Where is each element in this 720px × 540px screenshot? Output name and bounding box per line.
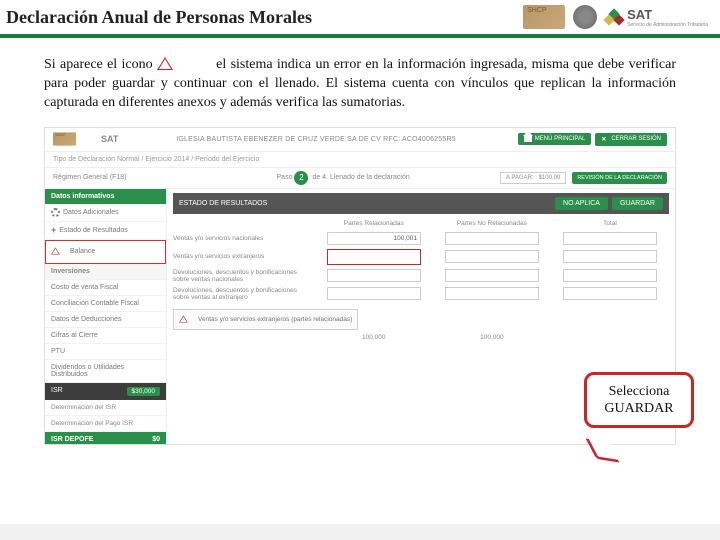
amount-input[interactable] [445, 232, 539, 245]
amount-input[interactable] [327, 287, 421, 300]
main-menu-button[interactable]: MENÚ PRINCIPAL [518, 133, 592, 145]
amount-input[interactable] [445, 250, 539, 263]
column-headers: Partes Relacionadas Partes No Relacionad… [173, 214, 669, 230]
amount-input[interactable] [327, 249, 421, 265]
sidebar-item-estado-resultados[interactable]: +Estado de Resultados [45, 222, 166, 240]
sidebar-item-datos-adicionales[interactable]: Datos Adicionales [45, 204, 166, 222]
home-icon [524, 136, 532, 142]
sidebar-item-deducciones[interactable]: Datos de Deducciones [45, 312, 166, 328]
sidebar-item-dividendos[interactable]: Dividendos o Utilidades Distribuidos [45, 360, 166, 383]
sidebar: Datos informativos Datos Adicionales +Es… [45, 189, 167, 435]
sidebar-item-balance[interactable]: !Balance [45, 240, 166, 264]
amount-input[interactable] [327, 232, 421, 245]
sidebar-item-inversiones[interactable]: Inversiones [45, 264, 166, 280]
amount-input[interactable] [445, 287, 539, 300]
slide-header: Declaración Anual de Personas Morales SA… [0, 0, 720, 38]
gear-icon [51, 208, 60, 217]
amount-input[interactable] [445, 269, 539, 282]
callout-bubble: Selecciona GUARDAR [584, 372, 694, 428]
warning-icon: ! [179, 315, 188, 323]
step-indicator: 2 [294, 171, 308, 185]
sidebar-depofe[interactable]: ISR DEPOFE$0 [45, 432, 166, 445]
logout-button[interactable]: ✕CERRAR SESIÓN [595, 133, 667, 146]
shcp-logo [523, 5, 565, 29]
sidebar-item-conciliacion[interactable]: Conciliación Contable Fiscal [45, 296, 166, 312]
close-icon: ✕ [601, 136, 608, 143]
gov-seal-icon [573, 5, 597, 29]
header-logos: SAT Servicio de Administración Tributari… [523, 5, 720, 29]
row-label: Devoluciones, descuentos y bonificacione… [173, 269, 315, 283]
section-title: ESTADO DE RESULTADOS [179, 200, 267, 207]
sidebar-head: Datos informativos [45, 189, 166, 204]
row-label: Ventas y/o servicios extranjeros [173, 253, 315, 260]
step-row: Régimen General (F18) Paso 2 de 4. Llena… [45, 168, 675, 189]
regimen-label: Régimen General (F18) [53, 174, 127, 181]
guardar-button[interactable]: GUARDAR [612, 197, 663, 210]
amount-input[interactable] [563, 232, 657, 245]
no-aplica-button[interactable]: NO APLICA [555, 197, 608, 210]
sidebar-item-ptu[interactable]: PTU [45, 344, 166, 360]
slide-footer [0, 524, 720, 540]
sidebar-det-pago-isr[interactable]: Determinación del Pago ISR [45, 416, 166, 432]
app-screenshot: SAT IGLESIA BAUTISTA EBENEZER DE CRUZ VE… [44, 127, 676, 445]
warning-icon: ! [51, 247, 60, 255]
table-row: Devoluciones, descuentos y bonificacione… [173, 267, 669, 285]
amount-to-pay: A PAGAR: $100.00 [500, 172, 566, 184]
amount-input[interactable] [563, 269, 657, 282]
sat-logo: SAT Servicio de Administración Tributari… [605, 7, 708, 28]
row-label: Ventas y/o servicios nacionales [173, 235, 315, 242]
company-label: IGLESIA BAUTISTA EBENEZER DE CRUZ VERDE … [118, 136, 513, 143]
sidebar-det-isr[interactable]: Determinación del ISR [45, 400, 166, 416]
section-bar: ESTADO DE RESULTADOS NO APLICA GUARDAR [173, 193, 669, 214]
table-row: Devoluciones, descuentos y bonificacione… [173, 285, 669, 303]
app-topbar: SAT IGLESIA BAUTISTA EBENEZER DE CRUZ VE… [45, 128, 675, 152]
inline-error: ! Ventas y/o servicios extranjeros (part… [173, 309, 358, 330]
app-logos: SAT [53, 127, 118, 151]
amount-input[interactable] [563, 250, 657, 263]
breadcrumb: Tipo de Declaración Normal / Ejercicio 2… [45, 152, 675, 168]
amount-input[interactable] [327, 269, 421, 282]
totals-row: 100,000 100,000 [173, 330, 669, 345]
table-row: Ventas y/o servicios extranjeros [173, 247, 669, 267]
sidebar-item-cifras-cierre[interactable]: Cifras al Cierre [45, 328, 166, 344]
sidebar-item-costo-venta[interactable]: Costo de venta Fiscal [45, 280, 166, 296]
warning-icon: ! [157, 57, 177, 73]
row-label: Devoluciones, descuentos y bonificacione… [173, 287, 315, 301]
page-title: Declaración Anual de Personas Morales [0, 7, 523, 28]
sidebar-isr[interactable]: ISR$30,000 [45, 383, 166, 400]
slide-body-text: Si aparece el icono ! el sistema indica … [0, 38, 720, 119]
review-declaration-button[interactable]: REVISIÓN DE LA DECLARACIÓN [572, 172, 667, 184]
plus-icon: + [51, 226, 56, 235]
amount-input[interactable] [563, 287, 657, 300]
table-row: Ventas y/o servicios nacionales [173, 230, 669, 247]
